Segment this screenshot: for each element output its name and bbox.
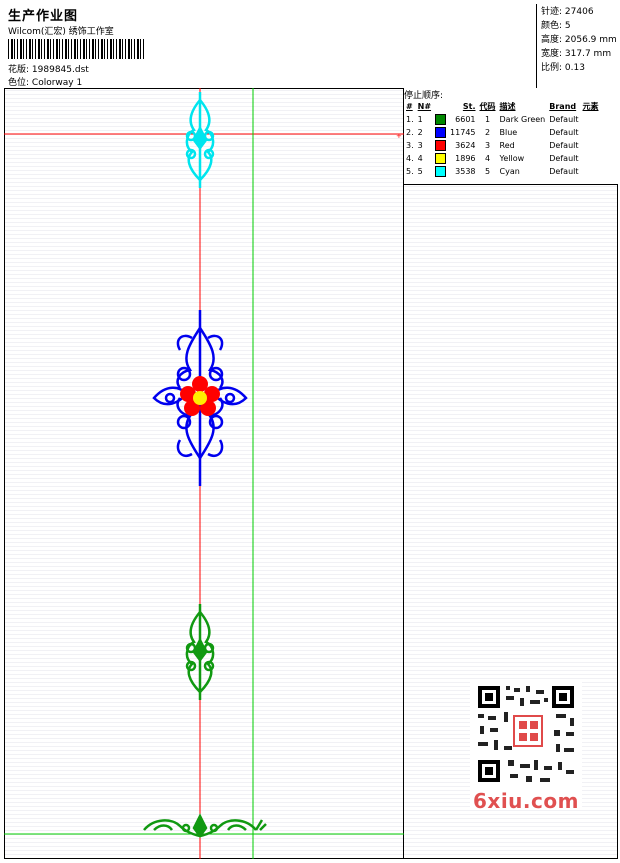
color-swatch-icon bbox=[435, 153, 447, 164]
col-description: 描述 bbox=[499, 102, 516, 111]
color-swatch-icon bbox=[435, 166, 447, 177]
stat-colors: 颜色: 5 bbox=[541, 21, 571, 31]
stop-sequence-table: # N# St. 代码 描述 Brand 元素 1. 1 6601 1 Dark… bbox=[404, 100, 601, 178]
color-swatch-icon bbox=[435, 127, 447, 138]
design-file-line: 花版: 1989845.dst bbox=[8, 62, 89, 75]
barcode-icon bbox=[8, 39, 144, 59]
stop-sequence-panel: 停止顺序: # N# St. 代码 描述 Brand 元素 1. 1 6601 … bbox=[404, 88, 618, 185]
col-code: 代码 bbox=[479, 102, 496, 111]
design-label: 花版: bbox=[8, 65, 30, 75]
colorway-label: 色位: bbox=[8, 78, 30, 88]
colorway-line: 色位: Colorway 1 bbox=[8, 75, 82, 88]
watermark-text: 6xiu.com bbox=[473, 789, 579, 813]
color-swatch-icon bbox=[435, 114, 447, 125]
colorway-name: Colorway 1 bbox=[31, 78, 83, 88]
stat-width: 宽度: 317.7 mm bbox=[541, 49, 612, 59]
table-row[interactable]: 4. 4 1896 4 Yellow Default bbox=[404, 152, 601, 165]
design-preview-canvas[interactable]: + bbox=[4, 88, 404, 859]
table-row[interactable]: 2. 2 11745 2 Blue Default bbox=[404, 126, 601, 139]
cyan-motif bbox=[185, 92, 215, 188]
table-row[interactable]: 3. 3 3624 3 Red Default bbox=[404, 139, 601, 152]
col-swatch bbox=[433, 100, 448, 113]
stat-stitches: 针迹: 27406 bbox=[541, 7, 594, 17]
design-stats: 针迹: 27406 颜色: 5 高度: 2056.9 mm 宽度: 317.7 … bbox=[541, 5, 617, 75]
header-divider bbox=[536, 4, 537, 88]
stat-height: 高度: 2056.9 mm bbox=[541, 35, 617, 45]
col-element: 元素 bbox=[582, 102, 599, 111]
col-index: # bbox=[406, 102, 413, 111]
color-swatch-icon bbox=[435, 140, 447, 151]
col-needle: N# bbox=[417, 102, 432, 111]
col-stitches: St. bbox=[462, 102, 476, 111]
page-title: 生产作业图 bbox=[8, 9, 79, 24]
yellow-flower-center bbox=[193, 391, 207, 405]
col-brand: Brand bbox=[549, 102, 577, 111]
table-row[interactable]: 5. 5 3538 5 Cyan Default bbox=[404, 165, 601, 178]
green-motif bbox=[185, 604, 215, 700]
red-seal-icon bbox=[513, 715, 543, 747]
studio-name: Wilcom(汇宏) 绣饰工作室 bbox=[8, 27, 114, 37]
worksheet-header: 生产作业图 Wilcom(汇宏) 绣饰工作室 花版: 1989845.dst 色… bbox=[4, 4, 618, 89]
table-row[interactable]: 1. 1 6601 1 Dark Green Default bbox=[404, 113, 601, 126]
embroidery-preview: + bbox=[4, 88, 404, 859]
stat-scale: 比例: 0.13 bbox=[541, 63, 585, 73]
guide-marker: + bbox=[396, 132, 402, 140]
green-bottom-scroll bbox=[143, 813, 267, 839]
table-header-row: # N# St. 代码 描述 Brand 元素 bbox=[404, 100, 601, 113]
design-file-name: 1989845.dst bbox=[31, 65, 89, 75]
